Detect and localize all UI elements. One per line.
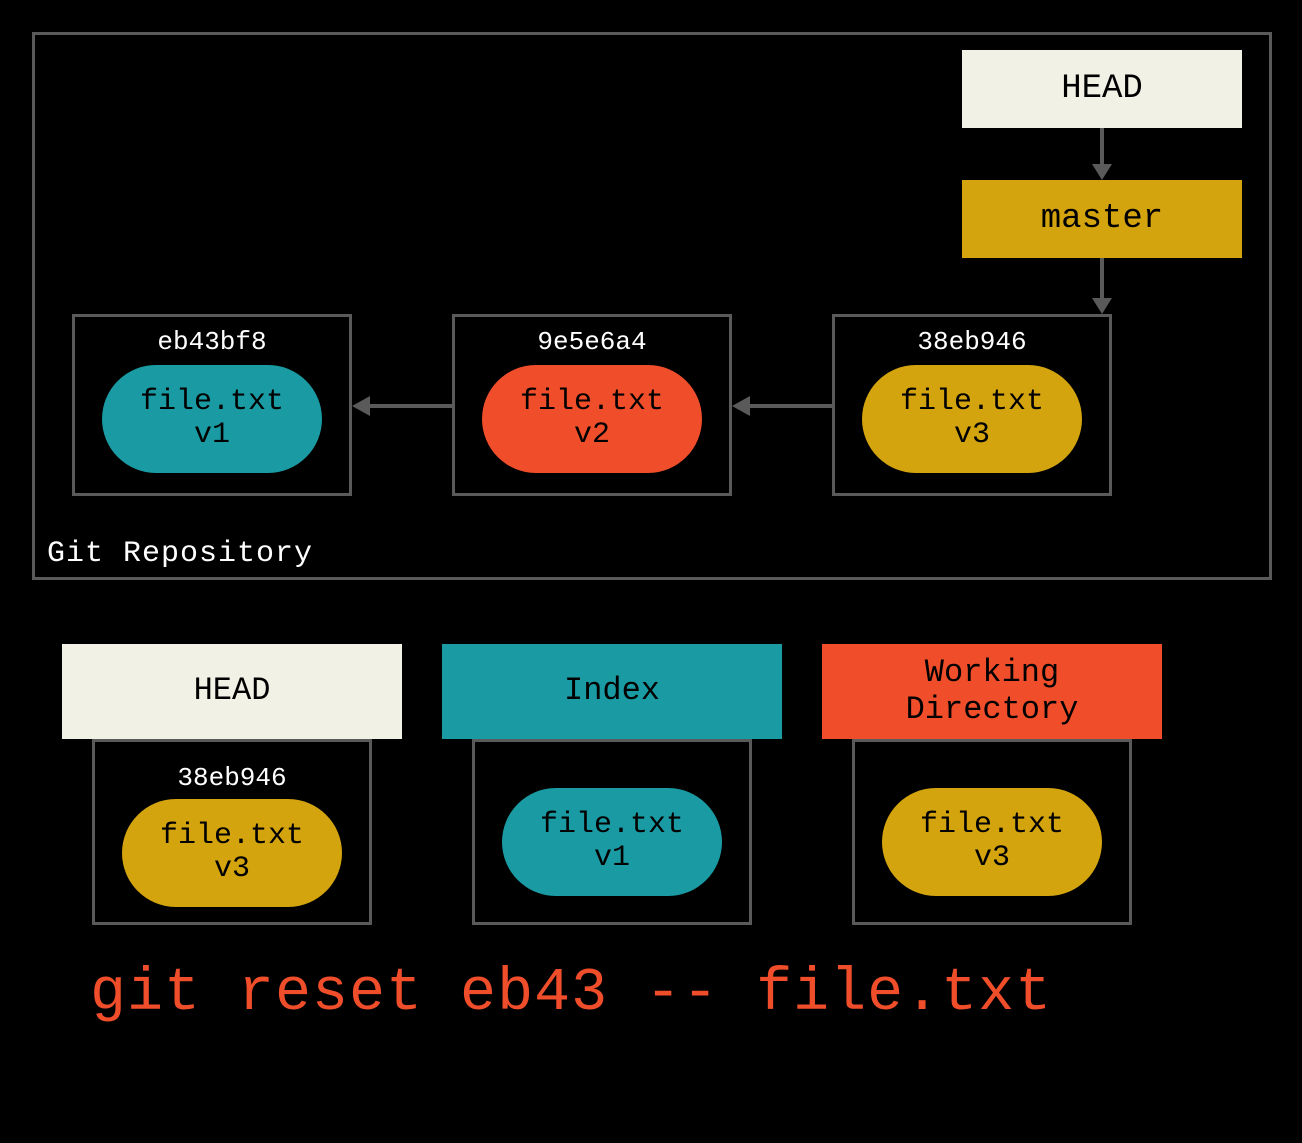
tree-wd-header: Working Directory <box>822 644 1162 739</box>
file-name: file.txt <box>920 809 1064 842</box>
file-name: file.txt <box>900 386 1044 419</box>
head-ref-box: HEAD <box>962 50 1242 128</box>
file-pill: file.txt v2 <box>482 365 702 473</box>
file-version: v1 <box>594 842 630 875</box>
file-name: file.txt <box>540 809 684 842</box>
file-pill: file.txt v3 <box>122 799 342 907</box>
file-name: file.txt <box>160 820 304 853</box>
commit-hash: eb43bf8 <box>157 327 266 357</box>
head-ref-label: HEAD <box>1061 70 1143 108</box>
commit-box-1: eb43bf8 file.txt v1 <box>72 314 352 496</box>
tree-head-title: HEAD <box>194 673 271 710</box>
commit-hash: 38eb946 <box>917 327 1026 357</box>
arrow-master-to-commit <box>1098 258 1108 314</box>
arrow-commit2-to-commit1 <box>352 400 452 412</box>
file-pill: file.txt v1 <box>502 788 722 896</box>
commit-box-2: 9e5e6a4 file.txt v2 <box>452 314 732 496</box>
file-version: v3 <box>214 853 250 886</box>
commit-box-3: 38eb946 file.txt v3 <box>832 314 1112 496</box>
file-version: v3 <box>954 419 990 452</box>
file-version: v2 <box>574 419 610 452</box>
tree-index-header: Index <box>442 644 782 739</box>
arrow-head-to-master <box>1098 128 1108 180</box>
file-pill: file.txt v1 <box>102 365 322 473</box>
arrow-commit3-to-commit2 <box>732 400 832 412</box>
file-pill: file.txt v3 <box>862 365 1082 473</box>
tree-head-header: HEAD <box>62 644 402 739</box>
tree-head-body: 38eb946 file.txt v3 <box>92 739 372 925</box>
file-name: file.txt <box>140 386 284 419</box>
tree-index-body: file.txt v1 <box>472 739 752 925</box>
git-command-text: git reset eb43 -- file.txt <box>90 960 1052 1028</box>
file-name: file.txt <box>520 386 664 419</box>
tree-wd-body: file.txt v3 <box>852 739 1132 925</box>
tree-head-hash: 38eb946 <box>177 763 286 793</box>
commit-hash: 9e5e6a4 <box>537 327 646 357</box>
file-version: v1 <box>194 419 230 452</box>
file-pill: file.txt v3 <box>882 788 1102 896</box>
tree-index-title: Index <box>564 673 660 710</box>
file-version: v3 <box>974 842 1010 875</box>
git-repository-label: Git Repository <box>47 537 313 571</box>
tree-wd-title: Working Directory <box>906 655 1079 729</box>
master-branch-box: master <box>962 180 1242 258</box>
master-branch-label: master <box>1041 200 1163 238</box>
